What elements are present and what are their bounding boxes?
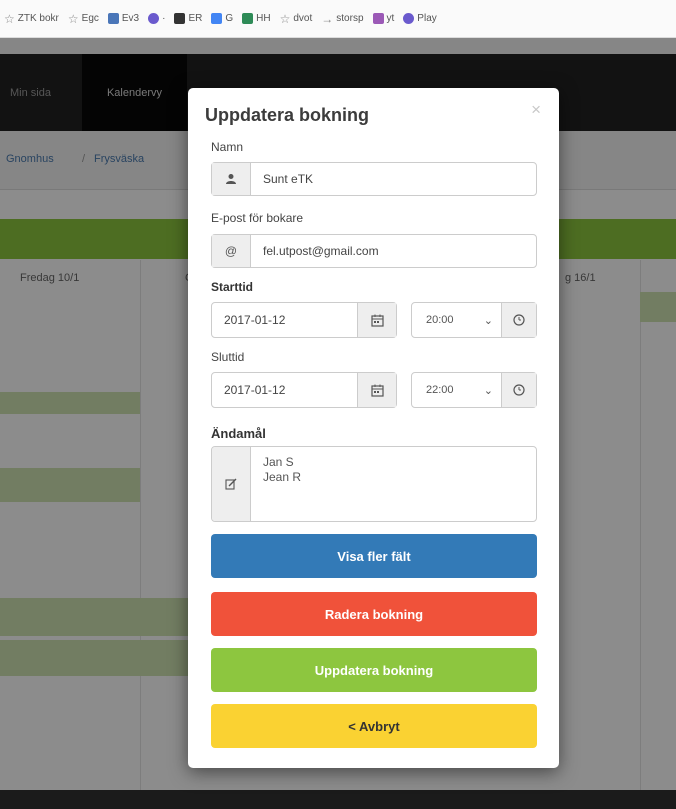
start-date-input[interactable]: 2017-01-12	[212, 303, 357, 337]
square-icon	[242, 13, 254, 24]
bookmark-item[interactable]: ·	[148, 13, 165, 24]
star-icon: ☆	[4, 11, 15, 26]
user-icon	[212, 163, 251, 195]
close-icon[interactable]: ×	[531, 100, 541, 120]
bookmark-item[interactable]: HH	[242, 13, 271, 24]
purpose-label: Ändamål	[211, 426, 266, 441]
bookmark-item[interactable]: ☆ dvot	[280, 12, 313, 26]
square-icon	[372, 13, 384, 24]
star-icon: ☆	[279, 11, 291, 26]
end-date-field[interactable]: 2017-01-12	[211, 372, 397, 408]
bookmark-item[interactable]: ER	[174, 13, 202, 24]
start-time-label: Starttid	[211, 280, 253, 294]
start-date-field[interactable]: 2017-01-12	[211, 302, 397, 338]
globe-icon	[148, 13, 160, 24]
email-field[interactable]: @ fel.utpost@gmail.com	[211, 234, 537, 268]
update-booking-button[interactable]: Uppdatera bokning	[211, 648, 537, 692]
bookmark-label: dvot	[293, 13, 313, 24]
at-icon: @	[212, 235, 251, 267]
bookmark-label: yt	[386, 13, 395, 24]
email-label: E-post för bokare	[211, 211, 304, 225]
square-icon	[211, 13, 223, 24]
purpose-textarea[interactable]: Jan S Jean R	[251, 447, 536, 521]
start-time-text: 20:00	[426, 314, 454, 326]
chevron-down-icon: ⌄	[483, 314, 493, 327]
update-booking-modal: Uppdatera bokning × Namn Sunt eTK E-post…	[188, 88, 559, 768]
bookmark-item[interactable]: G	[211, 13, 233, 24]
clock-icon[interactable]	[501, 303, 536, 337]
name-label: Namn	[211, 140, 244, 154]
delete-booking-button[interactable]: Radera bokning	[211, 592, 537, 636]
bookmark-item[interactable]: ☆ ZTK bokr	[4, 12, 59, 26]
end-date-input[interactable]: 2017-01-12	[212, 373, 357, 407]
name-field[interactable]: Sunt eTK	[211, 162, 537, 196]
bookmark-label: HH	[256, 13, 271, 24]
arrow-icon: →	[321, 11, 334, 26]
calendar-icon[interactable]	[357, 373, 396, 407]
bookmark-item[interactable]: Play	[403, 13, 437, 24]
bookmarks-bar: ☆ ZTK bokr ☆ Egc Ev3 · ER G HH ☆ dvot → storsp yt Play	[0, 0, 676, 38]
bookmark-label: storsp	[336, 13, 364, 24]
end-time-text: 22:00	[426, 384, 454, 396]
end-time-select[interactable]: 22:00 ⌄	[411, 372, 537, 408]
email-input[interactable]: fel.utpost@gmail.com	[251, 235, 536, 267]
purpose-field[interactable]: Jan S Jean R	[211, 446, 537, 522]
clock-icon[interactable]	[501, 373, 536, 407]
globe-icon	[403, 13, 415, 24]
start-time-select[interactable]: 20:00 ⌄	[411, 302, 537, 338]
bookmark-label: Egc	[81, 13, 99, 24]
bookmark-label: ·	[162, 13, 166, 24]
bookmark-item[interactable]: yt	[372, 13, 395, 24]
square-icon	[174, 13, 186, 24]
bookmark-label: ZTK bokr	[17, 13, 59, 24]
show-more-fields-button[interactable]: Visa fler fält	[211, 534, 537, 578]
bookmark-item[interactable]: ☆ Egc	[68, 12, 99, 26]
bookmark-label: Play	[417, 13, 437, 24]
bookmark-label: ER	[188, 13, 203, 24]
cancel-button[interactable]: < Avbryt	[211, 704, 537, 748]
bookmark-label: Ev3	[121, 13, 140, 24]
chevron-down-icon: ⌄	[483, 384, 493, 397]
bookmark-item[interactable]: → storsp	[321, 12, 363, 26]
name-input[interactable]: Sunt eTK	[251, 163, 536, 195]
taskbar-strip	[0, 790, 676, 809]
folder-icon	[107, 13, 119, 24]
calendar-icon[interactable]	[357, 303, 396, 337]
end-time-value[interactable]: 22:00 ⌄	[412, 373, 501, 407]
edit-icon	[212, 447, 251, 521]
bookmark-label: G	[225, 13, 234, 24]
end-time-label: Sluttid	[211, 350, 245, 364]
start-time-value[interactable]: 20:00 ⌄	[412, 303, 501, 337]
bookmark-item[interactable]: Ev3	[107, 13, 140, 24]
modal-title: Uppdatera bokning	[205, 105, 370, 125]
star-icon: ☆	[67, 11, 79, 26]
